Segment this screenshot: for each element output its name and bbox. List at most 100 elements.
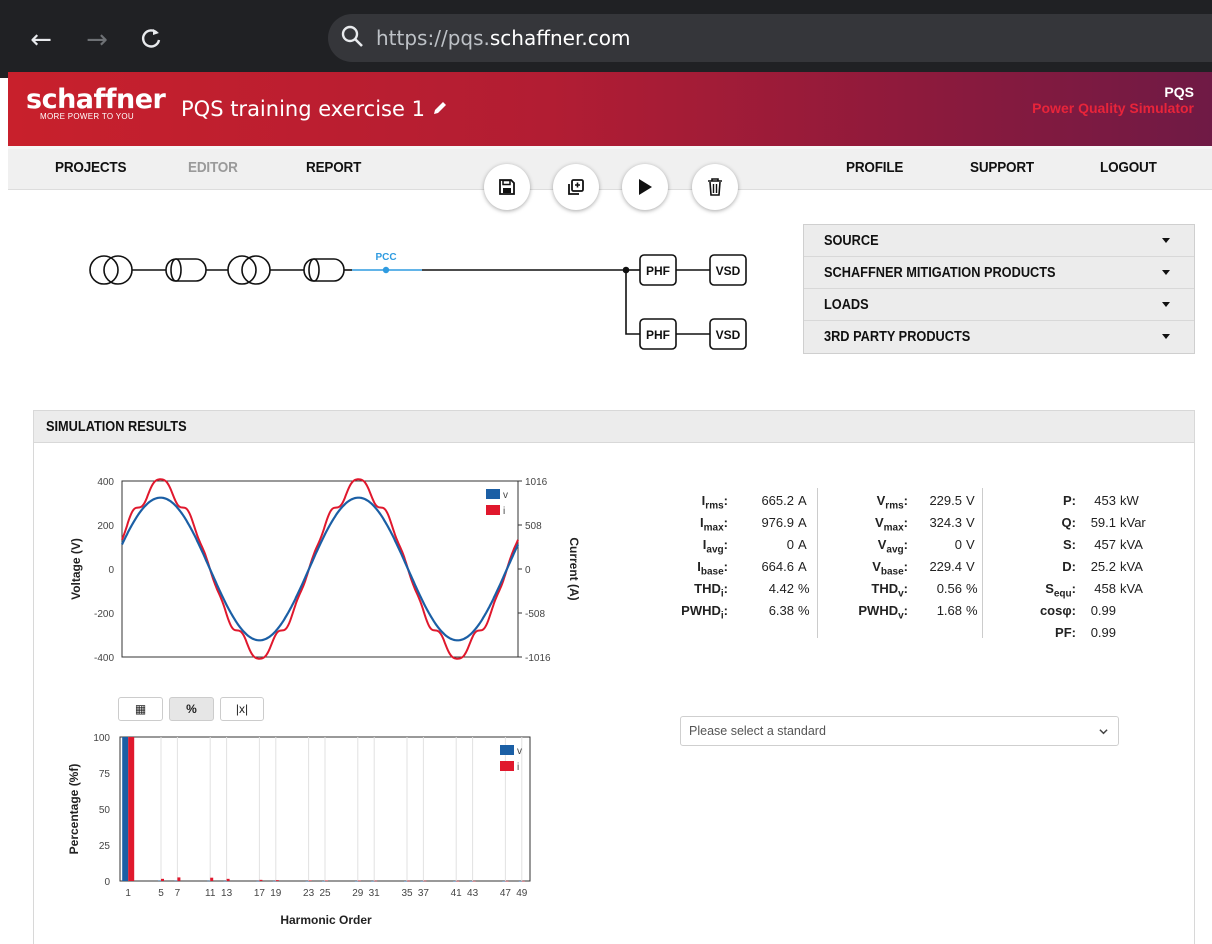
current-tick-label: 0 [525,565,531,576]
measurement-unit: kVA [1120,581,1143,596]
measurement-unit: kVA [1120,537,1143,552]
browser-toolbar: ← → https://pqs.schaffner.com [0,0,1212,78]
harmonic-bar-i [177,877,181,881]
app-long-name: Power Quality Simulator [1032,100,1194,116]
app-header: schaffner MORE POWER TO YOU PQS training… [8,72,1212,146]
legend-swatch-i [500,761,514,771]
harmonic-tick-label: 41 [451,888,463,899]
forward-arrow-icon[interactable]: → [82,22,112,58]
table-view-button[interactable]: ▦ [118,697,163,721]
measurement-value: 0 [786,537,794,552]
palette-loads[interactable]: LOADS [804,289,1194,321]
harmonic-tick-label: 19 [270,888,282,899]
percent-view-button[interactable]: % [169,697,214,721]
measurement-key: D: [1062,559,1076,574]
harmonic-bar-v [404,880,407,882]
app-name: PQS Power Quality Simulator [1032,84,1194,116]
harmonic-spectrum-chart[interactable]: 100 75 50 25 0 1 5 7 11 13 17 19 23 25 29 31 35 37 41 43 47… [60,728,540,933]
pcc-label: PCC [375,252,396,263]
measurement-unit: A [798,537,807,552]
palette-mitigation-label: SCHAFFNER MITIGATION PRODUCTS [824,265,1056,281]
nav-report[interactable]: REPORT [306,159,361,176]
measurement-value: 324.3 [929,515,962,530]
standard-select[interactable]: Please select a standard [680,716,1119,746]
app-short-name: PQS [1164,84,1194,100]
current-tick-label: -508 [525,609,545,620]
nav-logout[interactable]: LOGOUT [1100,159,1157,176]
current-measurements: Irms: 665.2 A Imax: 976.9 A Iavg: 0 A Ibase: 664.6… [650,490,809,622]
logo-wordmark: schaffner [26,84,166,115]
caret-down-icon [1162,334,1170,339]
harmonic-bar-i [275,880,279,881]
run-simulation-button[interactable] [622,164,668,210]
measurement-value: 4.42 [768,581,794,596]
chevron-down-icon [1099,729,1108,735]
search-icon [341,25,363,47]
harmonic-tick-label: 37 [418,888,430,899]
delete-button[interactable] [692,164,738,210]
harmonic-bar-i [374,880,378,882]
harmonic-bar-i [226,878,230,881]
waveform-chart[interactable]: 400 200 0 -200 -400 1016 508 0 -508 -1016 Voltag… [60,470,580,670]
percentage-tick-label: 25 [99,841,111,852]
harmonic-bar-i [325,880,328,882]
palette-3rd-party-products[interactable]: 3RD PARTY PRODUCTS [804,321,1194,353]
percentage-tick-label: 75 [99,769,111,780]
harmonic-bar-i [505,880,509,882]
measurement-row: Imax: 976.9 A [650,512,807,534]
harmonic-tick-label: 11 [205,888,216,899]
voltage-measurements: Vrms: 229.5 V Vmax: 324.3 V Vavg: 0 V Vbase: 229.4… [820,490,977,622]
save-icon [499,179,515,195]
nav-editor[interactable]: EDITOR [188,159,238,176]
harmonic-bar-v [469,880,473,882]
schaffner-logo[interactable]: schaffner MORE POWER TO YOU [26,84,166,122]
measurement-row: Q: 59.1 kVar [990,512,1146,534]
palette-3rd-party-label: 3RD PARTY PRODUCTS [824,329,971,345]
harmonic-bar-i [161,878,164,881]
measurement-row: Iavg: 0 A [650,534,807,556]
measurement-row: THDi: 4.42% [650,578,809,600]
harmonic-bar-i [259,879,263,881]
phf-1-label: PHF [646,264,670,278]
palette-source[interactable]: SOURCE [804,225,1194,257]
address-bar[interactable]: https://pqs.schaffner.com [328,14,1212,62]
measurement-unit: A [798,493,807,508]
absolute-view-button[interactable]: |x| [220,697,264,721]
harmonic-bar-v [223,880,227,882]
pcc-node[interactable] [382,266,390,274]
voltage-tick-label: -400 [94,653,114,664]
harmonic-tick-label: 31 [369,888,381,899]
current-tick-label: 1016 [525,477,548,488]
single-line-diagram[interactable]: PCC PHF VSD PHF VSD [80,238,780,368]
power-measurements: P: 453 kW Q: 59.1 kVar S: 457 kVA D: 25.2 kVA Sequ: 4… [990,490,1146,644]
harmonic-bar-v [371,880,375,882]
reload-icon[interactable] [136,20,166,56]
copy-icon [568,179,584,195]
measurement-row: P: 453 kW [990,490,1140,512]
measurement-key: PWHDv: [858,603,908,622]
save-button[interactable] [484,164,530,210]
back-arrow-icon[interactable]: ← [26,22,56,58]
copy-button[interactable] [553,164,599,210]
project-title[interactable]: PQS training exercise 1 [181,97,425,121]
pencil-icon[interactable] [432,100,448,116]
measurement-row: Irms: 665.2 A [650,490,807,512]
measurement-unit: % [966,581,978,596]
voltage-tick-label: 0 [108,565,114,576]
results-title: SIMULATION RESULTS [46,419,187,435]
harmonic-bar-i [423,880,427,882]
harmonic-bar-v [158,880,161,882]
measurement-value: 458 [1094,581,1116,596]
measurement-value: 665.2 [761,493,794,508]
harmonic-bar-v [354,880,358,882]
harmonic-bar-v [174,880,178,882]
harmonic-tick-label: 17 [254,888,266,899]
nav-profile[interactable]: PROFILE [846,159,903,176]
palette-mitigation-products[interactable]: SCHAFFNER MITIGATION PRODUCTS [804,257,1194,289]
nav-support[interactable]: SUPPORT [970,159,1034,176]
palette-loads-label: LOADS [824,297,869,313]
current-tick-label: 508 [525,521,542,532]
nav-projects[interactable]: PROJECTS [55,159,127,176]
measurement-value: 59.1 [1090,515,1116,530]
harmonic-order-axis-label: Harmonic Order [280,913,372,927]
